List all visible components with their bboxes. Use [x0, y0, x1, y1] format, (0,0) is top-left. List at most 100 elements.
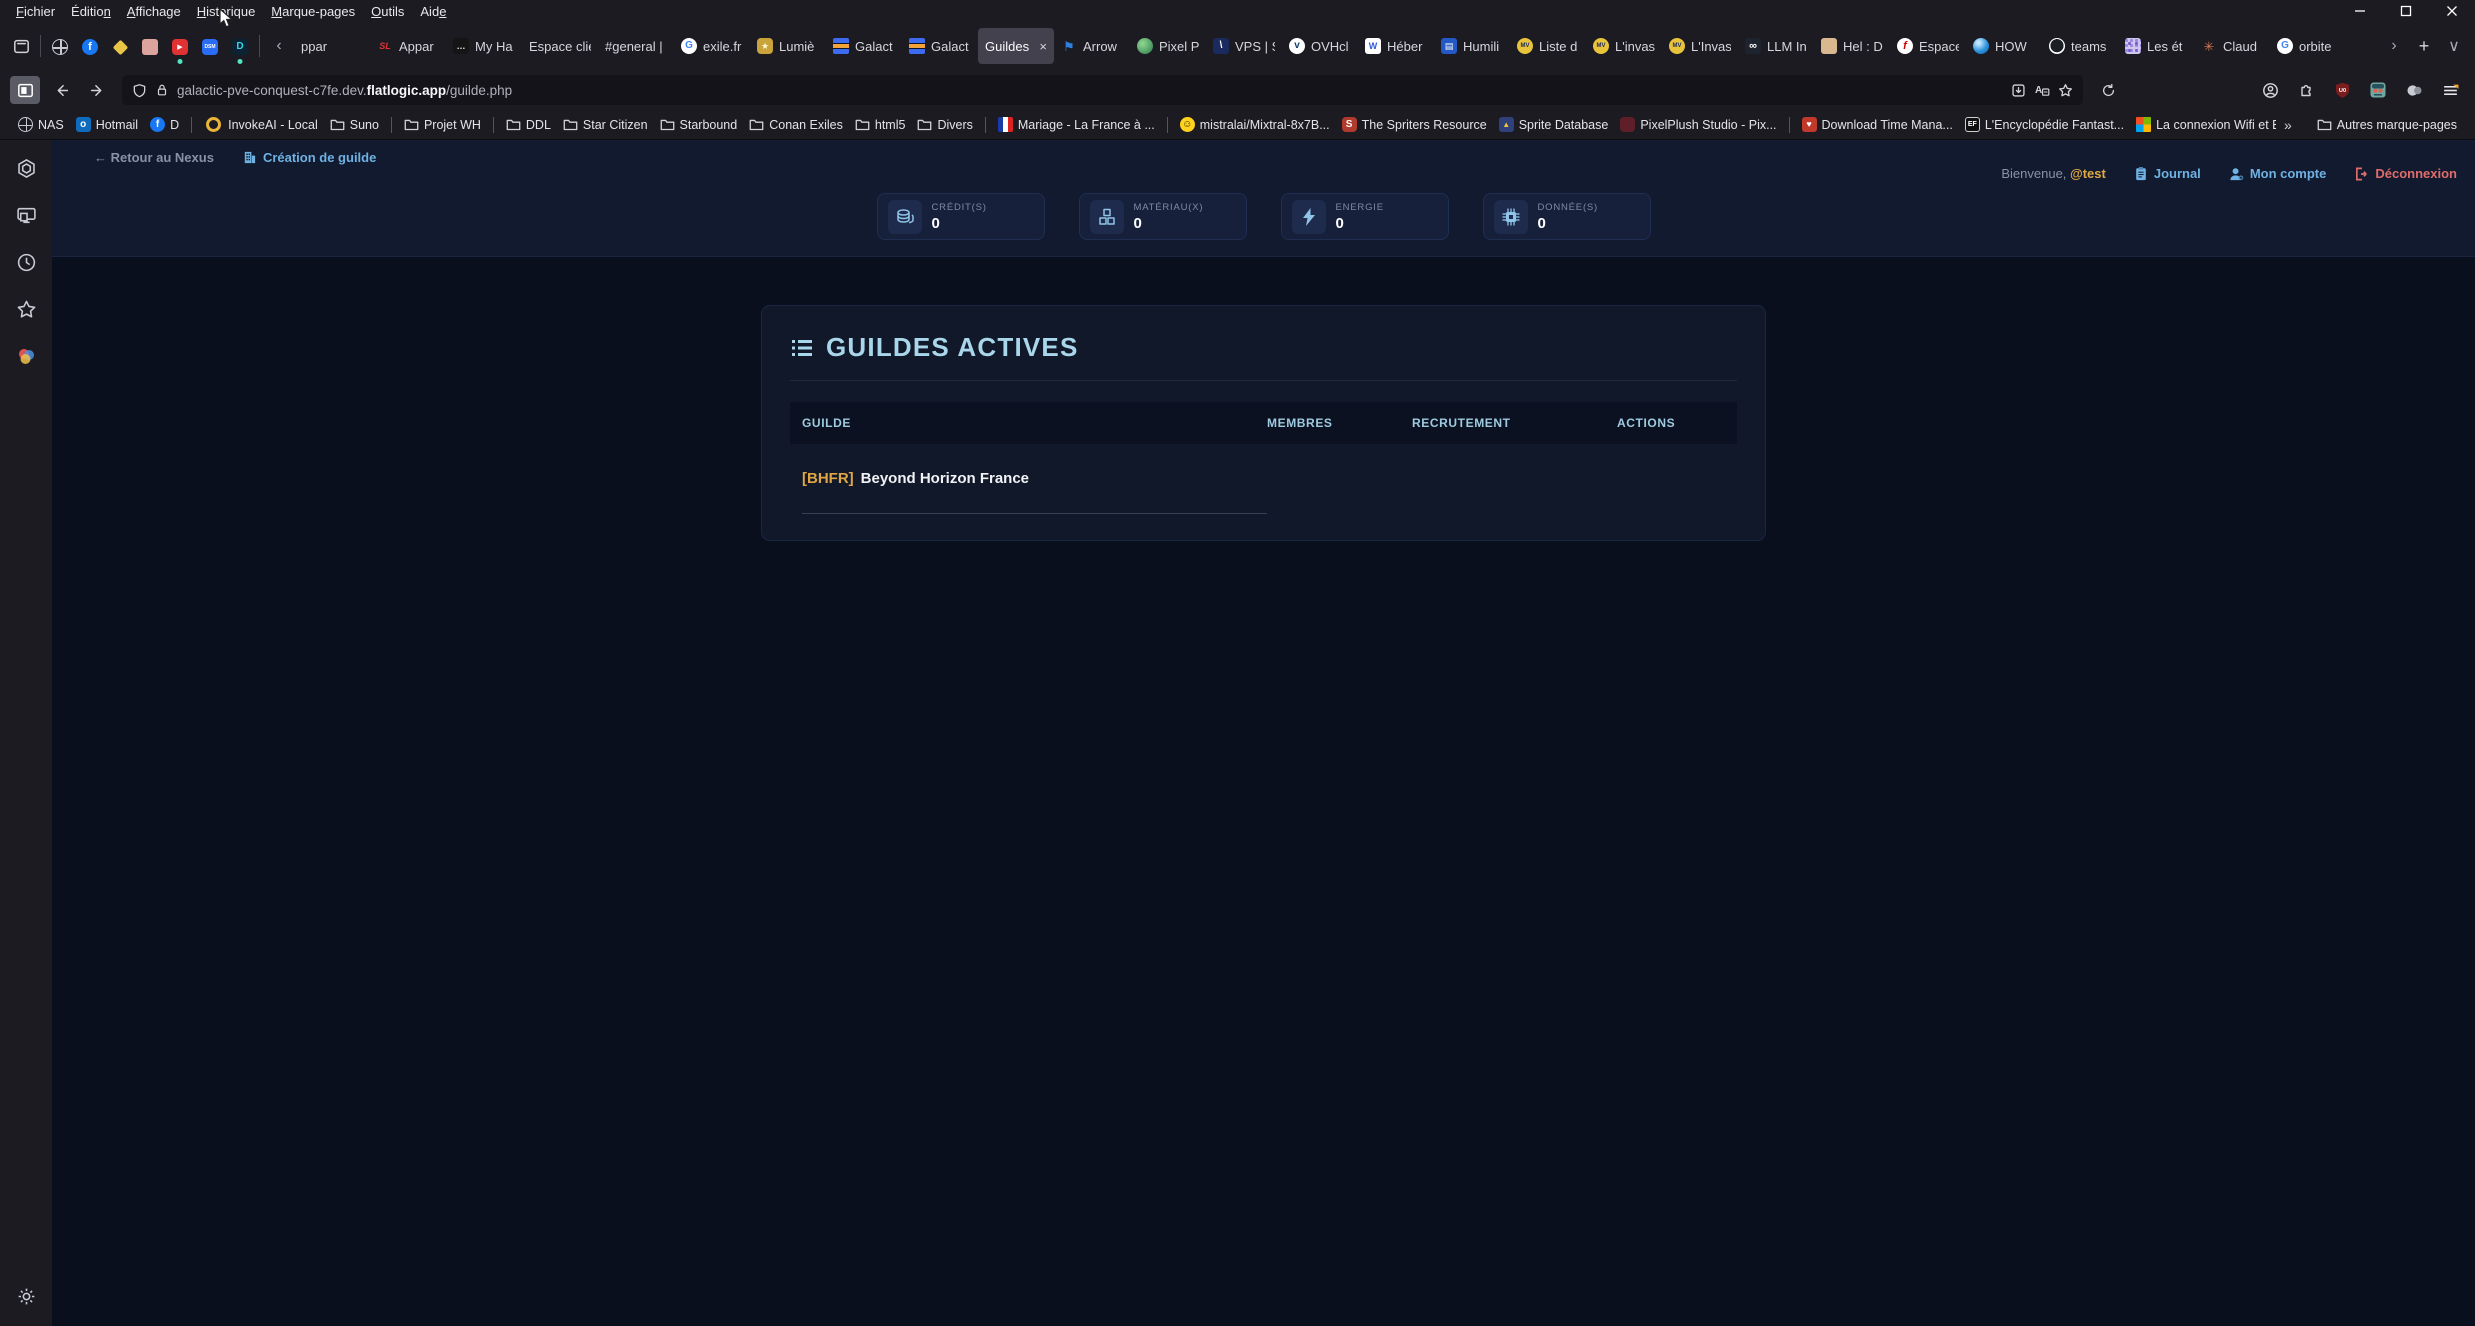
bookmark-star-icon[interactable] — [2058, 83, 2073, 98]
browser-tab[interactable]: Gorbite — [2270, 28, 2346, 64]
pinned-tab[interactable] — [45, 29, 75, 65]
bookmark-item[interactable]: PixelPlush Studio - Pix... — [1614, 114, 1782, 135]
extensions-button[interactable] — [2291, 76, 2321, 104]
list-all-tabs-button[interactable]: ∨ — [2439, 31, 2469, 61]
browser-tab[interactable]: Gexile.fr — [674, 28, 750, 64]
browser-tab[interactable]: Galact — [902, 28, 978, 64]
bookmark-item[interactable]: fD — [144, 114, 185, 135]
bookmark-item[interactable]: ♥Download Time Mana... — [1796, 114, 1959, 135]
browser-tab[interactable]: ✳Claud — [2194, 28, 2270, 64]
bookmarks-star-icon[interactable] — [10, 293, 42, 325]
browser-tab[interactable]: SLAppar — [370, 28, 446, 64]
browser-tab[interactable]: ▤Humili — [1434, 28, 1510, 64]
pinned-tab[interactable]: DSM — [195, 29, 225, 65]
browser-tab[interactable]: Les ét — [2118, 28, 2194, 64]
bookmark-folder[interactable]: Starbound — [654, 115, 744, 135]
url-text[interactable]: galactic-pve-conquest-c7fe.dev.flatlogic… — [177, 83, 512, 98]
bookmark-item[interactable]: La connexion Wifi et E... — [2130, 114, 2276, 135]
chatgpt-icon[interactable] — [10, 152, 42, 184]
tab-close-icon[interactable]: × — [1039, 39, 1047, 54]
synced-tabs-icon[interactable] — [10, 199, 42, 231]
bookmark-folder[interactable]: Suno — [324, 115, 385, 135]
scroll-tabs-left-button[interactable]: ‹ — [264, 31, 294, 61]
browser-tab[interactable]: WHéber — [1358, 28, 1434, 64]
table-row[interactable]: [BHFR]Beyond Horizon France — [790, 444, 1737, 514]
bookmark-folder-others[interactable]: Autres marque-pages — [2311, 115, 2463, 135]
new-tab-button[interactable]: + — [2409, 31, 2439, 61]
browser-tab[interactable]: teams — [2042, 28, 2118, 64]
tracking-shield-icon[interactable] — [132, 83, 147, 98]
menu-marquepages[interactable]: Marque-pages — [263, 3, 363, 20]
tab-active[interactable]: Guildes× — [978, 28, 1054, 64]
pinned-tab[interactable] — [105, 29, 135, 65]
menu-aide[interactable]: Aide — [412, 3, 454, 20]
bookmark-folder[interactable]: html5 — [849, 115, 912, 135]
bookmark-folder[interactable]: Star Citizen — [557, 115, 654, 135]
bookmark-item[interactable]: ☺mistralai/Mixtral-8x7B... — [1174, 114, 1336, 135]
menu-fichier[interactable]: Fichier — [8, 3, 63, 20]
bookmark-item[interactable]: SThe Spriters Resource — [1336, 114, 1493, 135]
firefox-view-button[interactable] — [6, 31, 36, 61]
menu-outils[interactable]: Outils — [363, 3, 412, 20]
browser-tab[interactable]: ⚑Arrow — [1054, 28, 1130, 64]
forward-button[interactable] — [82, 76, 112, 104]
reload-button[interactable] — [2093, 76, 2123, 104]
url-bar[interactable]: galactic-pve-conquest-c7fe.dev.flatlogic… — [122, 75, 2083, 105]
pinned-tab[interactable]: D — [225, 29, 255, 65]
bookmark-item[interactable]: ▲Sprite Database — [1493, 114, 1615, 135]
browser-tab[interactable]: HOW — [1966, 28, 2042, 64]
https-lock-icon[interactable] — [155, 83, 169, 97]
bookmark-item[interactable]: Mariage - La France à ... — [992, 114, 1161, 135]
blob-extension-button[interactable] — [2399, 76, 2429, 104]
save-page-icon[interactable] — [2011, 83, 2026, 98]
menu-dition[interactable]: Édition — [63, 3, 119, 20]
back-to-nexus-link[interactable]: ← Retour au Nexus — [94, 150, 214, 165]
journal-link[interactable]: Journal — [2134, 166, 2201, 181]
app-menu-button[interactable] — [2435, 76, 2465, 104]
pinned-tab[interactable] — [135, 29, 165, 65]
create-guild-link[interactable]: Création de guilde — [242, 150, 376, 165]
browser-tab[interactable]: ★Lumiè — [750, 28, 826, 64]
browser-tab[interactable]: MVListe d — [1510, 28, 1586, 64]
settings-gear-icon[interactable] — [10, 1280, 42, 1312]
scroll-tabs-right-button[interactable]: › — [2379, 31, 2409, 61]
browser-tab[interactable]: \VPS | S — [1206, 28, 1282, 64]
bookmark-folder[interactable]: Projet WH — [398, 115, 487, 135]
bookmark-folder[interactable]: DDL — [500, 115, 557, 135]
palette-icon[interactable] — [10, 340, 42, 372]
bookmarks-overflow-chevron-icon[interactable]: » — [2284, 117, 2291, 133]
bookmark-item[interactable]: NAS — [12, 114, 70, 135]
translate-icon[interactable]: A — [2034, 82, 2050, 98]
pinned-tab[interactable]: f — [75, 29, 105, 65]
browser-tab[interactable]: Galact — [826, 28, 902, 64]
browser-tab[interactable]: ppar — [294, 28, 370, 64]
browser-tab[interactable]: Pixel P — [1130, 28, 1206, 64]
bookmark-folder[interactable]: Divers — [911, 115, 978, 135]
ublock-extension-button[interactable]: U0 — [2327, 76, 2357, 104]
pinned-tab[interactable]: ▶ — [165, 29, 195, 65]
browser-tab[interactable]: MVL'Invas — [1662, 28, 1738, 64]
menu-affichage[interactable]: Affichage — [119, 3, 189, 20]
browser-tab[interactable]: fEspace — [1890, 28, 1966, 64]
minimize-button[interactable] — [2337, 0, 2383, 22]
browser-tab[interactable]: Espace clie — [522, 28, 598, 64]
logout-link[interactable]: Déconnexion — [2354, 166, 2457, 181]
bookmark-item[interactable]: oHotmail — [70, 114, 144, 135]
bookmark-item[interactable]: EFL'Encyclopédie Fantast... — [1959, 114, 2130, 135]
bookmark-folder[interactable]: Conan Exiles — [743, 115, 849, 135]
close-button[interactable] — [2429, 0, 2475, 22]
browser-tab[interactable]: MVL'invas — [1586, 28, 1662, 64]
sidebar-toggle-button[interactable] — [10, 76, 40, 104]
account-link[interactable]: Mon compte — [2229, 166, 2327, 181]
menu-historique[interactable]: Historique — [189, 3, 264, 20]
browser-tab[interactable]: …My Ha — [446, 28, 522, 64]
back-button[interactable] — [46, 76, 76, 104]
bookmark-item[interactable]: InvokeAI - Local — [198, 112, 324, 137]
avatar-extension-button[interactable] — [2363, 76, 2393, 104]
guild-name-cell[interactable]: [BHFR]Beyond Horizon France — [802, 444, 1267, 514]
browser-tab[interactable]: ∞LLM In — [1738, 28, 1814, 64]
browser-tab[interactable]: Hel : D — [1814, 28, 1890, 64]
account-button[interactable] — [2255, 76, 2285, 104]
history-clock-icon[interactable] — [10, 246, 42, 278]
browser-tab[interactable]: vOVHcl — [1282, 28, 1358, 64]
